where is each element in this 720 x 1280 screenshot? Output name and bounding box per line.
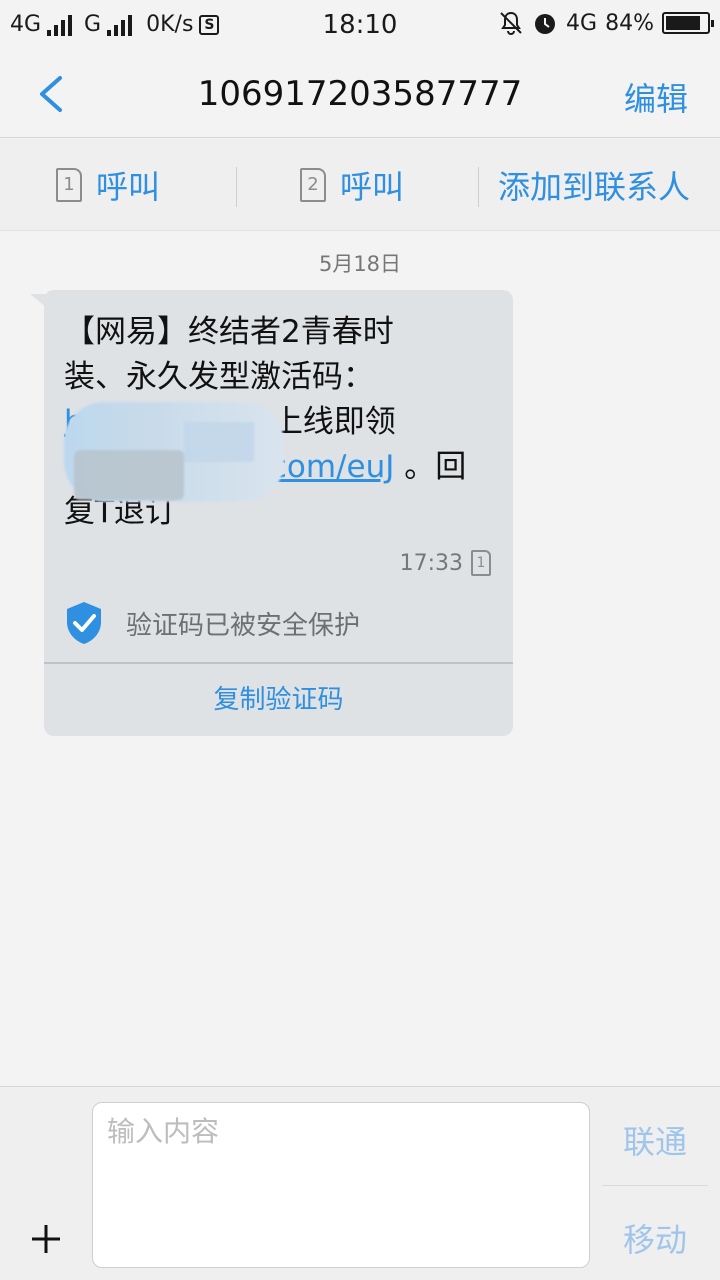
status-right: 4G 84% — [498, 10, 714, 36]
network-type-2: G — [84, 12, 102, 37]
back-arrow-icon[interactable] — [30, 70, 74, 118]
call-sim2-button[interactable]: 2 呼叫 — [300, 139, 404, 231]
contact-actions-bar: 1 呼叫 2 呼叫 添加到联系人 — [0, 139, 720, 231]
message-line: 【网易】终结者2青春时 — [64, 314, 394, 350]
security-protect-row: 验证码已被安全保护 — [64, 600, 360, 646]
composer-bar: 联通 移动 — [0, 1086, 720, 1280]
network-speed: 0K/s — [146, 12, 194, 37]
divider — [236, 167, 237, 207]
battery-icon — [662, 12, 714, 34]
copy-code-button[interactable]: 复制验证码 — [44, 664, 513, 736]
message-bubble[interactable]: 【网易】终结者2青春时 装、永久发型激活码： ht上线即领 .com/euJ 。… — [44, 290, 513, 736]
status-bar: 4G G 0K/s S 18:10 4G 84% — [0, 0, 720, 52]
shield-check-icon — [67, 602, 101, 644]
edit-button[interactable]: 编辑 — [624, 74, 688, 120]
security-protect-text: 验证码已被安全保护 — [126, 610, 361, 641]
send-mobile-button[interactable]: 移动 — [602, 1215, 708, 1261]
message-timestamp: 17:33 1 — [400, 550, 491, 576]
status-left: 4G G 0K/s S — [10, 12, 220, 37]
message-line: 装、永久发型激活码： — [64, 359, 374, 395]
date-separator: 5月18日 — [318, 252, 402, 276]
add-to-contacts-button[interactable]: 添加到联系人 — [498, 139, 690, 231]
signal-bars-icon — [47, 14, 73, 36]
sim-card-2-icon: 2 — [300, 168, 326, 202]
divider — [478, 167, 479, 207]
redaction-blur — [64, 402, 284, 502]
battery-percent: 84% — [605, 10, 654, 36]
battery-fill — [666, 16, 700, 30]
message-input-box[interactable] — [92, 1102, 590, 1268]
call-sim2-label: 呼叫 — [340, 168, 405, 206]
call-sim1-button[interactable]: 1 呼叫 — [56, 139, 160, 231]
signal-bars-icon — [107, 14, 133, 36]
plus-icon[interactable] — [28, 1221, 64, 1257]
thread-header: 106917203587777 编辑 — [0, 52, 720, 138]
message-text-segment: 上线即领 — [271, 404, 396, 440]
network-type-3: 4G — [566, 10, 598, 36]
message-time: 17:33 — [399, 550, 463, 576]
sim-card-1-icon: 1 — [56, 168, 82, 202]
s-app-icon: S — [199, 14, 220, 35]
page-title: 106917203587777 — [197, 74, 523, 114]
sms-thread-screen: 4G G 0K/s S 18:10 4G 84% 106917203587777… — [0, 0, 720, 1280]
message-text-segment: 。回 — [394, 449, 467, 485]
send-unicom-button[interactable]: 联通 — [602, 1117, 708, 1163]
sim-card-1-icon: 1 — [471, 550, 491, 576]
message-input[interactable] — [107, 1115, 575, 1148]
add-to-contacts-label: 添加到联系人 — [498, 168, 691, 206]
divider — [602, 1185, 708, 1186]
mute-bell-icon — [500, 11, 522, 35]
call-sim1-label: 呼叫 — [96, 168, 161, 206]
network-type-1: 4G — [10, 12, 42, 37]
alarm-clock-icon — [535, 14, 556, 34]
